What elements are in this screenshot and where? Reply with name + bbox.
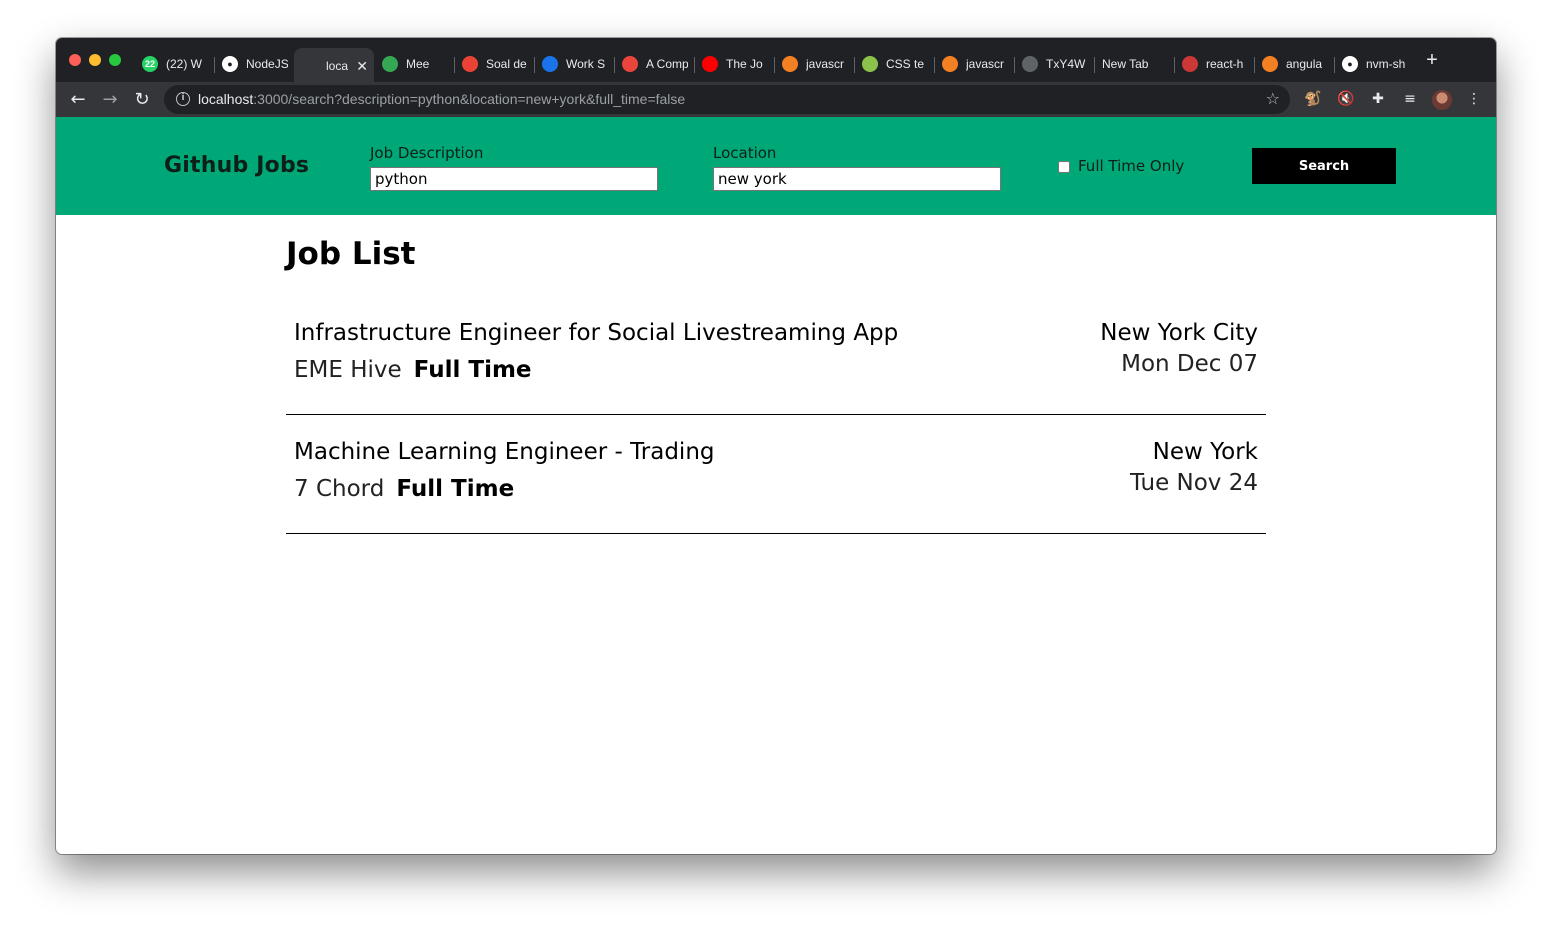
page-title: Job List [286,236,416,272]
close-window-button[interactable] [69,54,81,66]
location-label: Location [713,144,777,162]
tab-label: loca [326,59,349,73]
minimize-window-button[interactable] [89,54,101,66]
description-input[interactable] [370,167,658,191]
url-text[interactable]: localhost:3000/search?description=python… [198,91,685,107]
tab-label: javascr [806,57,845,71]
url-path: :3000/search?description=python&location… [253,91,686,107]
browser-tab[interactable]: Mee [374,48,454,80]
tab-label: The Jo [726,57,763,71]
close-icon[interactable]: ✕ [356,58,368,75]
browser-window: 22 (22) W ● NodeJS loca ✕ Mee Soal de Work S A Co… [56,38,1496,854]
job-location: New York City [1100,320,1258,346]
company-name: EME Hive [294,357,402,383]
extension-icon[interactable]: 🐒 [1303,89,1323,109]
stackoverflow-icon [942,56,958,72]
tab-label: react-h [1206,57,1244,71]
bookmark-star-icon[interactable]: ☆ [1266,89,1280,108]
github-icon: ● [1342,56,1358,72]
job-list: Infrastructure Engineer for Social Lives… [286,296,1266,534]
whatsapp-icon: 22 [142,56,158,72]
browser-tab[interactable]: react-h [1174,48,1254,80]
job-date: Mon Dec 07 [1121,351,1258,377]
browser-tab[interactable]: 22 (22) W [134,48,214,80]
job-type: Full Time [413,357,532,383]
job-item[interactable]: Infrastructure Engineer for Social Lives… [286,296,1266,415]
app-header: Github Jobs Job Description Location Ful… [56,117,1496,215]
browser-tab[interactable]: Work S [534,48,614,80]
browser-tab[interactable]: ● NodeJS [214,48,294,80]
tab-label: angula [1286,57,1323,71]
browser-tab[interactable]: TxY4W [1014,48,1094,80]
github-icon: ● [222,56,238,72]
back-icon[interactable]: ← [66,88,90,112]
reload-icon[interactable]: ↻ [130,88,154,112]
tab-label: nvm-sh [1366,57,1406,71]
browser-tab[interactable]: javascr [774,48,854,80]
npm-icon [1182,56,1198,72]
css-icon [862,56,878,72]
job-company: EME Hive Full Time [294,357,532,383]
url-host: localhost [198,91,254,107]
avatar[interactable] [1432,90,1452,110]
new-tab-icon[interactable]: + [1422,50,1442,70]
tab-label: NodeJS [246,57,288,71]
loading-icon [302,58,318,74]
company-name: 7 Chord [294,476,385,502]
f-icon [542,56,558,72]
media-control-icon[interactable]: ≡ [1400,89,1420,109]
tab-label: TxY4W [1046,57,1086,71]
fulltime-checkbox[interactable] [1058,161,1070,173]
tab-label: Soal de [486,57,527,71]
forward-icon[interactable]: → [98,88,122,112]
info-icon[interactable]: i [176,92,190,106]
stackoverflow-icon [1262,56,1278,72]
tab-label: A Comp [646,57,688,71]
browser-tab[interactable]: Soal de [454,48,534,80]
job-location: New York [1152,439,1258,465]
gmail-icon [462,56,478,72]
tab-label: CSS te [886,57,925,71]
tabs: 22 (22) W ● NodeJS loca ✕ Mee Soal de Work S A Co… [134,46,1414,84]
tab-label: Mee [406,57,430,71]
address-bar[interactable]: i localhost:3000/search?description=pyth… [164,85,1290,114]
browser-tab[interactable]: A Comp [614,48,694,80]
job-title[interactable]: Machine Learning Engineer - Trading [294,439,715,465]
tab-label: New Tab [1102,57,1149,71]
tab-label: (22) W [166,57,202,71]
description-label: Job Description [370,144,484,162]
maximize-window-button[interactable] [109,54,121,66]
asterisk-icon [622,56,638,72]
mute-icon[interactable]: 🔇 [1336,89,1356,109]
job-company: 7 Chord Full Time [294,476,514,502]
tab-strip: 22 (22) W ● NodeJS loca ✕ Mee Soal de Work S A Co… [56,38,1496,84]
browser-tab[interactable]: loca ✕ [294,48,374,84]
brand-title: Github Jobs [164,153,310,178]
browser-tab[interactable]: The Jo [694,48,774,80]
location-input[interactable] [713,167,1001,191]
puzzle-icon[interactable]: ✚ [1368,89,1388,109]
menu-icon[interactable]: ⋮ [1464,89,1484,109]
browser-toolbar: ← → ↻ i localhost:3000/search?descriptio… [56,82,1496,117]
browser-tab[interactable]: New Tab [1094,48,1174,80]
job-title[interactable]: Infrastructure Engineer for Social Lives… [294,320,898,346]
fulltime-label: Full Time Only [1078,157,1185,175]
job-type: Full Time [396,476,515,502]
globe-icon [1022,56,1038,72]
browser-tab[interactable]: CSS te [854,48,934,80]
tab-label: Work S [566,57,606,71]
browser-tab[interactable]: ● nvm-sh [1334,48,1414,80]
tab-label: javascr [966,57,1005,71]
search-button[interactable]: Search [1252,148,1396,184]
youtube-icon [702,56,718,72]
browser-tab[interactable]: angula [1254,48,1334,80]
job-date: Tue Nov 24 [1129,470,1258,496]
meet-icon [382,56,398,72]
browser-tab[interactable]: javascr [934,48,1014,80]
stackoverflow-icon [782,56,798,72]
job-item[interactable]: Machine Learning Engineer - Trading 7 Ch… [286,415,1266,534]
